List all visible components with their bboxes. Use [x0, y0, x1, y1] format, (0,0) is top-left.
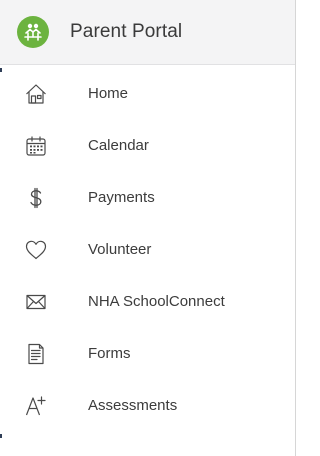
sidebar-item-assessments[interactable]: Assessments — [0, 380, 295, 432]
document-icon — [24, 342, 48, 366]
sidebar-item-home[interactable]: Home — [0, 68, 295, 120]
sidebar-header: Parent Portal — [0, 0, 295, 65]
school-children-icon[interactable] — [17, 16, 49, 48]
sidebar-item-volunteer[interactable]: Volunteer — [0, 224, 295, 276]
sidebar-item-label: Calendar — [88, 137, 149, 154]
home-icon — [24, 82, 48, 106]
sidebar-item-forms[interactable]: Forms — [0, 328, 295, 380]
heart-icon — [24, 238, 48, 262]
sidebar-item-label: NHA SchoolConnect — [88, 293, 225, 310]
sidebar-item-label: Payments — [88, 189, 155, 206]
sidebar-item-label: Forms — [88, 345, 131, 362]
calendar-icon — [24, 134, 48, 158]
assessment-icon — [24, 394, 48, 418]
sidebar-item-label: Assessments — [88, 397, 178, 414]
sidebar-item-label: Home — [88, 85, 129, 102]
sidebar-item-payments[interactable]: Payments — [0, 172, 295, 224]
sidebar-item-label: Volunteer — [88, 241, 152, 258]
app-title: Parent Portal — [70, 21, 183, 42]
sidebar-item-nha-schoolconnect[interactable]: NHA SchoolConnect — [0, 276, 295, 328]
sidebar-item-calendar[interactable]: Calendar — [0, 120, 295, 172]
edge-marker — [0, 434, 2, 438]
envelope-icon — [24, 290, 48, 314]
sidebar-panel: Parent Portal Home Calendar Payments Vol… — [0, 0, 296, 456]
dollar-icon — [24, 186, 48, 210]
